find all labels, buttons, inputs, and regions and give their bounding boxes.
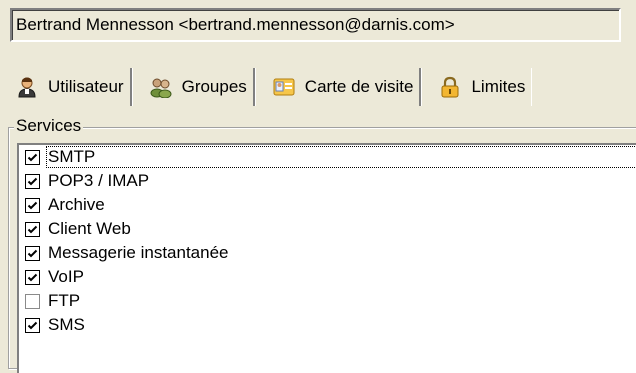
lock-icon: [439, 76, 461, 98]
service-item-smtp[interactable]: SMTP: [19, 145, 636, 169]
service-label: SMTP: [46, 146, 636, 168]
service-label: SMS: [48, 315, 85, 334]
service-item-client-web[interactable]: Client Web: [19, 217, 636, 241]
service-item-voip[interactable]: VoIP: [19, 265, 636, 289]
service-item-ftp[interactable]: FTP: [19, 289, 636, 313]
service-checkbox[interactable]: [25, 149, 40, 165]
user-icon: [16, 76, 38, 98]
service-checkbox[interactable]: [25, 317, 40, 333]
user-identity-text: Bertrand Mennesson <bertrand.mennesson@d…: [16, 15, 455, 34]
user-identity-field[interactable]: Bertrand Mennesson <bertrand.mennesson@d…: [10, 8, 621, 42]
service-checkbox[interactable]: [25, 245, 40, 261]
service-label: VoIP: [48, 267, 84, 286]
tab-utilisateur-label: Utilisateur: [48, 77, 124, 96]
service-item-sms[interactable]: SMS: [19, 313, 636, 337]
service-checkbox[interactable]: [25, 269, 40, 285]
services-list[interactable]: SMTP POP3 / IMAP Archive Client Web Mess…: [17, 143, 636, 373]
tab-carte-de-visite-label: Carte de visite: [304, 77, 414, 96]
tab-groupes-label: Groupes: [181, 77, 247, 96]
service-label: Client Web: [48, 219, 131, 238]
service-checkbox[interactable]: [25, 197, 40, 213]
service-item-pop3-imap[interactable]: POP3 / IMAP: [19, 169, 636, 193]
service-checkbox[interactable]: [25, 173, 40, 189]
service-label: Archive: [48, 195, 105, 214]
business-card-icon: [273, 76, 295, 98]
service-label: POP3 / IMAP: [48, 171, 150, 190]
groups-icon: [150, 76, 172, 99]
service-checkbox[interactable]: [25, 293, 40, 309]
service-label: Messagerie instantanée: [48, 243, 229, 262]
tab-limites[interactable]: Limites: [421, 68, 531, 106]
tab-utilisateur[interactable]: Utilisateur: [0, 68, 132, 106]
service-item-archive[interactable]: Archive: [19, 193, 636, 217]
service-checkbox[interactable]: [25, 221, 40, 237]
service-item-messagerie[interactable]: Messagerie instantanée: [19, 241, 636, 265]
services-group-title: Services: [14, 115, 84, 137]
service-label: FTP: [48, 291, 81, 310]
tab-carte-de-visite[interactable]: Carte de visite: [255, 68, 422, 106]
tab-limites-label: Limites: [471, 77, 526, 96]
tab-groupes[interactable]: Groupes: [132, 68, 255, 106]
tab-strip: Utilisateur Groupes Carte de visite Limi…: [0, 68, 636, 110]
